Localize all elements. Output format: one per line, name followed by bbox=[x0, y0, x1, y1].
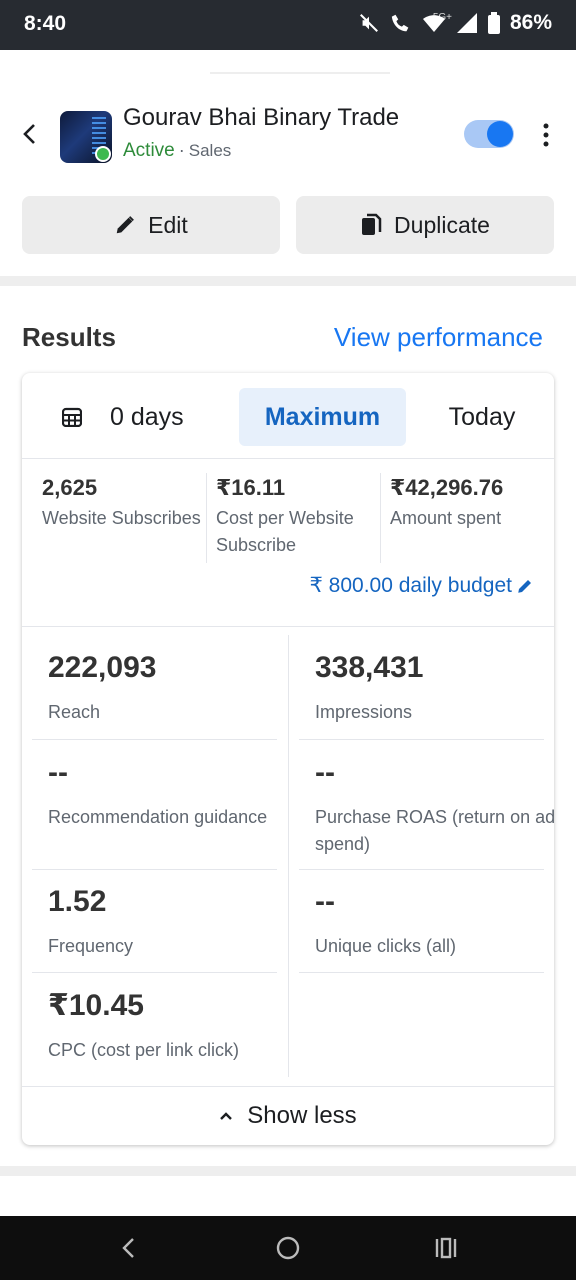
metric-divider bbox=[32, 869, 277, 870]
kpi-divider bbox=[380, 473, 381, 563]
kpi-amount-spent[interactable]: ₹42,296.76 Amount spent bbox=[390, 475, 554, 532]
duplicate-icon bbox=[362, 213, 382, 235]
system-nav-bar bbox=[0, 1216, 576, 1280]
metric-cpc[interactable]: ₹10.45 CPC (cost per link click) bbox=[48, 988, 292, 1064]
metric-frequency[interactable]: 1.52 Frequency bbox=[48, 885, 292, 960]
campaign-status-line: Active · Sales bbox=[123, 140, 231, 162]
metric-impressions[interactable]: 338,431 Impressions bbox=[315, 651, 554, 726]
metric-label: CPC (cost per link click) bbox=[48, 1040, 240, 1060]
metric-label: Purchase ROAS (return on ad spend) bbox=[315, 807, 554, 854]
calendar-icon[interactable] bbox=[61, 407, 83, 432]
wifi-icon bbox=[422, 12, 446, 34]
pencil-icon bbox=[518, 579, 531, 593]
battery-percentage: 86% bbox=[509, 11, 552, 34]
kpi-label: Website Subscribes bbox=[42, 508, 201, 528]
show-less-label: Show less bbox=[247, 1102, 357, 1129]
metric-divider bbox=[299, 869, 544, 870]
kpi-label: Cost per Website Subscribe bbox=[216, 508, 354, 555]
card-divider bbox=[22, 626, 554, 627]
metric-reach[interactable]: 222,093 Reach bbox=[48, 651, 292, 726]
metric-recommendation-guidance[interactable]: -- Recommendation guidance bbox=[48, 756, 292, 831]
metric-label: Unique clicks (all) bbox=[315, 936, 457, 956]
metric-divider bbox=[299, 739, 544, 740]
metric-value: 1.52 bbox=[48, 885, 107, 918]
status-bar: 8:40 5G+ 86% bbox=[0, 0, 576, 50]
back-button[interactable] bbox=[18, 120, 42, 148]
tab-today[interactable]: Today bbox=[422, 388, 542, 446]
nav-back-button[interactable] bbox=[118, 1234, 140, 1267]
metric-value: ₹10.45 bbox=[48, 989, 144, 1022]
chevron-left-icon bbox=[23, 124, 35, 144]
campaign-toggle[interactable] bbox=[464, 120, 514, 148]
kpi-website-subscribes[interactable]: 2,625 Website Subscribes bbox=[42, 475, 208, 532]
nav-home-button[interactable] bbox=[276, 1234, 300, 1267]
metric-label: Impressions bbox=[315, 702, 413, 722]
metric-value: -- bbox=[315, 885, 335, 918]
wifi-call-icon bbox=[390, 12, 412, 34]
results-card: 0 days Maximum Today 2,625 Website Subsc… bbox=[22, 373, 554, 1145]
view-performance-link[interactable]: View performance bbox=[334, 322, 543, 353]
kpi-value: 2,625 bbox=[42, 475, 98, 500]
metric-value: -- bbox=[48, 756, 68, 789]
home-icon bbox=[276, 1236, 300, 1260]
pencil-icon bbox=[116, 216, 135, 234]
metric-value: 338,431 bbox=[315, 651, 424, 684]
metric-divider bbox=[32, 972, 277, 973]
daily-budget-label: ₹ 800.00 daily budget bbox=[309, 574, 512, 597]
status-time: 8:40 bbox=[24, 12, 67, 35]
duplicate-button-label: Duplicate bbox=[394, 211, 490, 238]
kpi-value: ₹42,296.76 bbox=[390, 475, 504, 500]
recents-icon bbox=[435, 1237, 457, 1259]
battery-icon bbox=[487, 12, 500, 34]
mute-icon bbox=[358, 12, 380, 34]
chevron-up-icon bbox=[220, 1112, 233, 1120]
metric-divider bbox=[32, 739, 277, 740]
kpi-cost-per-subscribe[interactable]: ₹16.11 Cost per Website Subscribe bbox=[216, 475, 382, 559]
section-divider bbox=[0, 276, 576, 286]
kpi-value: ₹16.11 bbox=[216, 475, 286, 500]
status-active-label: Active bbox=[123, 140, 175, 161]
metric-value: 222,093 bbox=[48, 651, 157, 684]
edit-button-label: Edit bbox=[148, 211, 188, 238]
metric-value: -- bbox=[315, 756, 335, 789]
date-range-selector: 0 days Maximum Today bbox=[22, 373, 554, 459]
back-icon bbox=[122, 1238, 134, 1258]
campaign-thumbnail[interactable] bbox=[60, 111, 112, 163]
metric-divider bbox=[299, 972, 544, 973]
results-heading: Results bbox=[22, 322, 116, 352]
daily-budget-link[interactable]: ₹ 800.00 daily budget bbox=[309, 573, 534, 598]
toggle-knob bbox=[487, 121, 513, 147]
status-separator: · bbox=[178, 140, 185, 160]
nav-recents-button[interactable] bbox=[434, 1234, 458, 1267]
edit-button[interactable]: Edit bbox=[22, 196, 280, 254]
kpi-label: Amount spent bbox=[390, 508, 502, 528]
campaign-title: Gourav Bhai Binary Trade bbox=[123, 104, 400, 131]
active-status-dot bbox=[95, 146, 111, 162]
duplicate-button[interactable]: Duplicate bbox=[296, 196, 554, 254]
metric-label: Reach bbox=[48, 702, 101, 722]
show-less-button[interactable]: Show less bbox=[22, 1087, 554, 1145]
metric-label: Recommendation guidance bbox=[48, 807, 268, 827]
kpi-divider bbox=[206, 473, 207, 563]
metric-label: Frequency bbox=[48, 936, 134, 956]
tab-maximum[interactable]: Maximum bbox=[239, 388, 406, 446]
metric-unique-clicks[interactable]: -- Unique clicks (all) bbox=[315, 885, 554, 960]
more-options-button[interactable] bbox=[536, 122, 556, 148]
metric-purchase-roas[interactable]: -- Purchase ROAS (return on ad spend) bbox=[315, 756, 554, 858]
signal-icon bbox=[456, 12, 478, 34]
more-vertical-icon bbox=[543, 123, 549, 147]
section-divider bbox=[0, 1166, 576, 1176]
drag-handle bbox=[210, 72, 390, 74]
campaign-objective: Sales bbox=[188, 141, 232, 160]
tab-30-days[interactable]: 0 days bbox=[110, 388, 230, 446]
kpi-summary: 2,625 Website Subscribes ₹16.11 Cost per… bbox=[22, 459, 554, 569]
